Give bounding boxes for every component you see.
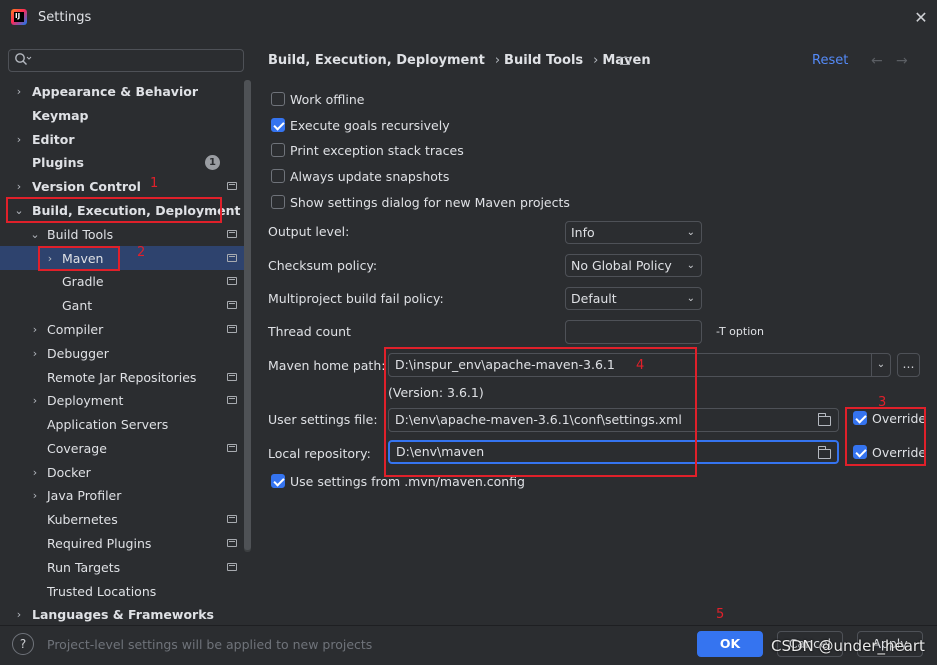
local-repository-label: Local repository:	[268, 446, 371, 461]
chevron-right-icon: ›	[16, 85, 22, 98]
project-scope-icon	[227, 539, 237, 547]
checkbox-checked[interactable]	[271, 474, 285, 488]
checksum-policy-dropdown[interactable]: No Global Policy ⌄	[565, 254, 702, 277]
sidebar-item-trusted-locations[interactable]: Trusted Locations	[0, 580, 244, 603]
chevron-right-icon: ›	[32, 347, 38, 360]
breadcrumb-separator: ›	[593, 53, 599, 68]
project-scope-icon	[227, 325, 237, 333]
checksum-policy-label: Checksum policy:	[268, 258, 378, 273]
ok-button[interactable]: OK	[697, 631, 763, 657]
sidebar-item-gradle[interactable]: Gradle	[0, 270, 244, 293]
forward-arrow-icon[interactable]: →	[896, 53, 908, 69]
csdn-watermark: CSDN @under_heart	[771, 637, 925, 655]
sidebar-item-compiler[interactable]: › Compiler	[0, 318, 244, 341]
sidebar-item-appearance-behavior[interactable]: › Appearance & Behavior	[0, 80, 244, 103]
annotation-number-5: 5	[716, 607, 725, 622]
chevron-right-icon: ›	[16, 608, 22, 621]
sidebar-scrollbar-thumb[interactable]	[244, 80, 251, 550]
chevron-right-icon: ›	[32, 466, 38, 479]
sidebar-item-languages-frameworks[interactable]: › Languages & Frameworks	[0, 603, 244, 626]
help-icon[interactable]: ?	[12, 633, 34, 655]
user-settings-file-label: User settings file:	[268, 412, 378, 427]
reset-link[interactable]: Reset	[812, 53, 848, 68]
checkbox[interactable]	[271, 195, 285, 209]
chevron-down-icon[interactable]: ⌄	[871, 354, 890, 376]
output-level-label: Output level:	[268, 224, 350, 239]
project-scope-icon	[227, 396, 237, 404]
breadcrumb-separator: ›	[494, 53, 501, 68]
chevron-right-icon: ›	[32, 323, 38, 336]
breadcrumb: Build, Execution, Deployment › Build Tools…	[268, 53, 655, 68]
sidebar-item-build-tools[interactable]: ⌄ Build Tools	[0, 223, 244, 246]
project-level-note: Project-level settings will be applied t…	[47, 637, 373, 652]
sidebar-item-kubernetes[interactable]: Kubernetes	[0, 508, 244, 531]
title-bar	[0, 0, 937, 38]
chevron-down-icon: ⌄	[686, 227, 695, 238]
chevron-down-icon: ⌄	[30, 228, 40, 241]
sidebar-item-gant[interactable]: Gant	[0, 294, 244, 317]
window-title: Settings	[38, 10, 92, 25]
maven-home-path-label: Maven home path:	[268, 358, 386, 373]
annotation-box-4	[384, 347, 697, 477]
annotation-number-1: 1	[150, 176, 159, 191]
project-scope-icon	[227, 373, 237, 381]
sidebar-item-remote-jar-repositories[interactable]: Remote Jar Repositories	[0, 366, 244, 389]
folder-icon[interactable]	[818, 413, 831, 426]
annotation-number-3: 3	[878, 395, 887, 410]
thread-count-label: Thread count	[268, 324, 351, 339]
annotation-number-4: 4	[636, 358, 645, 373]
sidebar-item-coverage[interactable]: Coverage	[0, 437, 244, 460]
project-scope-icon	[227, 254, 237, 262]
sidebar-item-editor[interactable]: › Editor	[0, 128, 244, 151]
checkbox[interactable]	[271, 92, 285, 106]
sidebar-item-keymap[interactable]: Keymap	[0, 104, 244, 127]
search-icon	[15, 53, 32, 65]
folder-icon[interactable]	[818, 446, 831, 459]
annotation-box-2	[38, 246, 120, 271]
project-scope-icon	[227, 301, 237, 309]
thread-count-input[interactable]	[565, 320, 702, 344]
chevron-right-icon: ›	[32, 489, 38, 502]
output-level-dropdown[interactable]: Info ⌄	[565, 221, 702, 244]
thread-count-hint: -T option	[716, 325, 764, 338]
intellij-app-icon: IJ	[11, 9, 27, 25]
project-scope-icon	[227, 277, 237, 285]
checkbox[interactable]	[271, 169, 285, 183]
back-arrow-icon[interactable]: ←	[871, 53, 883, 69]
breadcrumb-item[interactable]: Build Tools	[504, 53, 583, 68]
chevron-right-icon: ›	[16, 133, 22, 146]
checkbox-checked[interactable]	[271, 118, 285, 132]
project-scope-icon	[620, 57, 630, 65]
multiproject-fail-policy-dropdown[interactable]: Default ⌄	[565, 287, 702, 310]
sidebar-item-java-profiler[interactable]: › Java Profiler	[0, 484, 244, 507]
project-scope-icon	[227, 230, 237, 238]
sidebar-item-maven[interactable]: › Maven	[0, 247, 244, 270]
project-scope-icon	[227, 515, 237, 523]
sidebar-item-docker[interactable]: › Docker	[0, 461, 244, 484]
chevron-right-icon: ›	[16, 180, 22, 193]
chevron-down-icon: ⌄	[686, 293, 695, 304]
project-scope-icon	[227, 444, 237, 452]
annotation-box-3	[845, 407, 926, 466]
close-icon[interactable]: ✕	[911, 8, 931, 28]
plugins-update-badge: 1	[205, 155, 220, 170]
annotation-box-1	[6, 197, 222, 223]
project-scope-icon	[227, 182, 237, 190]
sidebar-item-deployment[interactable]: › Deployment	[0, 389, 244, 412]
sidebar-item-run-targets[interactable]: Run Targets	[0, 556, 244, 579]
sidebar-item-required-plugins[interactable]: Required Plugins	[0, 532, 244, 555]
checkbox[interactable]	[271, 143, 285, 157]
settings-search-input[interactable]	[8, 49, 244, 72]
sidebar-item-debugger[interactable]: › Debugger	[0, 342, 244, 365]
sidebar-item-version-control[interactable]: › Version Control	[0, 175, 244, 198]
sidebar-item-application-servers[interactable]: Application Servers	[0, 413, 244, 436]
breadcrumb-item[interactable]: Build, Execution, Deployment	[268, 53, 485, 68]
project-scope-icon	[227, 563, 237, 571]
multiproject-fail-policy-label: Multiproject build fail policy:	[268, 291, 444, 306]
annotation-number-2: 2	[137, 245, 146, 260]
chevron-right-icon: ›	[32, 394, 38, 407]
chevron-down-icon: ⌄	[686, 260, 695, 271]
browse-button[interactable]: ...	[897, 353, 920, 377]
